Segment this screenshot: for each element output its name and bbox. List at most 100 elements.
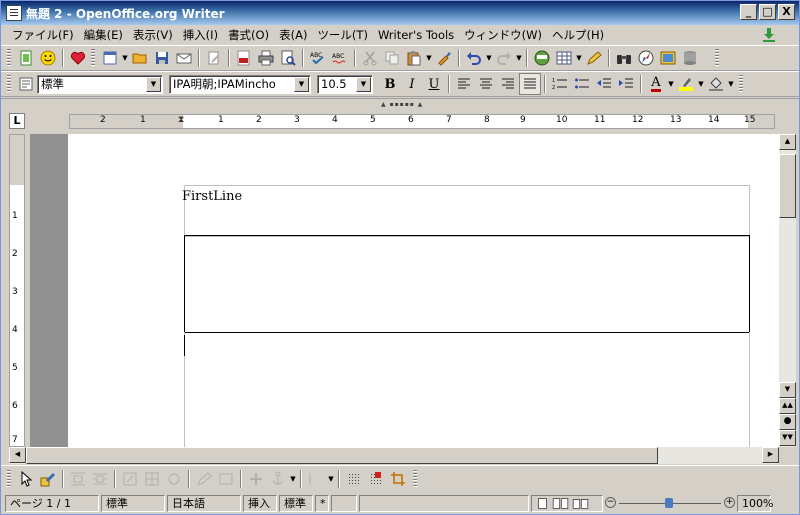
- menu-view[interactable]: 表示(V): [128, 26, 178, 44]
- zoom-out-icon[interactable]: −: [605, 496, 616, 508]
- document-modified-indicator[interactable]: *: [315, 494, 329, 512]
- collapse-arrows-icon[interactable]: ▲ ▪▪▪▪▪ ▲: [381, 101, 423, 108]
- save-button[interactable]: [151, 47, 173, 69]
- underline-button[interactable]: U: [423, 73, 445, 95]
- grid-button[interactable]: [343, 468, 365, 490]
- open-button[interactable]: [129, 47, 151, 69]
- data-sources-button[interactable]: [679, 47, 701, 69]
- clone-formatting-button[interactable]: [433, 47, 455, 69]
- horizontal-ruler[interactable]: 2 1 ⧗ 1 2 3 4 5 6 7 8 9 10 11 12 13 14 1…: [69, 114, 775, 129]
- vertical-ruler[interactable]: 1 2 3 4 5 6 7: [9, 134, 25, 447]
- italic-button[interactable]: I: [401, 73, 423, 95]
- zoom-in-icon[interactable]: +: [724, 496, 735, 508]
- menu-table[interactable]: 表(A): [274, 26, 312, 44]
- snap-to-grid-button[interactable]: [365, 468, 387, 490]
- close-button[interactable]: X: [778, 4, 795, 20]
- chevron-down-icon[interactable]: ▼: [121, 54, 129, 62]
- digital-signature-field[interactable]: [331, 494, 357, 512]
- writer-document-icon[interactable]: [6, 5, 22, 21]
- select-button[interactable]: [15, 468, 37, 490]
- navigator-compass-button[interactable]: [635, 47, 657, 69]
- next-page-button[interactable]: ▼▼: [779, 430, 796, 446]
- chevron-down-icon[interactable]: ▼: [289, 475, 297, 483]
- document-page[interactable]: FirstLine: [68, 134, 779, 447]
- multi-page-view-icon[interactable]: [552, 497, 569, 510]
- zoom-level[interactable]: 100%: [737, 494, 773, 512]
- find-replace-button[interactable]: [613, 47, 635, 69]
- undo-button[interactable]: [463, 47, 485, 69]
- scroll-left-button[interactable]: ◀: [9, 447, 26, 463]
- font-color-button[interactable]: A: [645, 73, 667, 95]
- bold-button[interactable]: B: [379, 73, 401, 95]
- toolbar-grip[interactable]: [7, 469, 11, 488]
- wrap-off-button[interactable]: [67, 468, 89, 490]
- ruler-indent-marker[interactable]: ⧗: [178, 115, 184, 125]
- frame-properties-button[interactable]: [119, 468, 141, 490]
- edit-contour-button[interactable]: [193, 468, 215, 490]
- single-page-view-icon[interactable]: [536, 497, 549, 510]
- cut-button[interactable]: [359, 47, 381, 69]
- navigator-button[interactable]: [531, 47, 553, 69]
- bullets-button[interactable]: [571, 73, 593, 95]
- email-button[interactable]: [173, 47, 195, 69]
- language-indicator[interactable]: 日本語: [167, 494, 241, 512]
- alignment-button[interactable]: [305, 468, 327, 490]
- crop-frame-button[interactable]: [387, 468, 409, 490]
- menu-writers-tools[interactable]: Writer's Tools: [373, 27, 459, 43]
- horizontal-scroll-thumb[interactable]: [26, 447, 658, 464]
- decrease-indent-button[interactable]: [593, 73, 615, 95]
- align-right-button[interactable]: [497, 73, 519, 95]
- chevron-down-icon[interactable]: ▼: [294, 76, 309, 92]
- menu-edit[interactable]: 編集(E): [79, 26, 128, 44]
- menu-insert[interactable]: 挿入(I): [178, 26, 223, 44]
- object-properties-button[interactable]: [215, 468, 237, 490]
- paragraph-text[interactable]: FirstLine: [182, 189, 242, 204]
- print-preview-button[interactable]: [277, 47, 299, 69]
- menu-tools[interactable]: ツール(T): [312, 26, 373, 44]
- smiley-button[interactable]: [37, 47, 59, 69]
- chevron-down-icon[interactable]: ▼: [356, 76, 371, 92]
- zoom-slider[interactable]: − +: [605, 495, 735, 512]
- menu-format[interactable]: 書式(O): [223, 26, 274, 44]
- redo-button[interactable]: [493, 47, 515, 69]
- copy-button[interactable]: [381, 47, 403, 69]
- chevron-down-icon[interactable]: ▼: [485, 54, 493, 62]
- navigation-button[interactable]: ●: [779, 414, 796, 430]
- menu-help[interactable]: ヘルプ(H): [547, 26, 609, 44]
- maximize-button[interactable]: □: [759, 4, 776, 20]
- toolbar-grip[interactable]: [91, 49, 95, 67]
- heart-button[interactable]: [67, 47, 89, 69]
- tab-stop-selector[interactable]: L: [9, 113, 25, 129]
- show-draw-functions-button[interactable]: [583, 47, 605, 69]
- export-pdf-button[interactable]: [233, 47, 255, 69]
- menu-window[interactable]: ウィンドウ(W): [459, 26, 547, 44]
- chevron-down-icon[interactable]: ▼: [727, 80, 735, 88]
- minimize-button[interactable]: _: [740, 4, 757, 20]
- toolbar-grip[interactable]: [413, 469, 417, 488]
- download-update-icon[interactable]: [761, 27, 777, 43]
- auto-spellcheck-button[interactable]: ABC: [329, 47, 351, 69]
- book-view-icon[interactable]: [572, 497, 589, 510]
- gallery-button[interactable]: [657, 47, 679, 69]
- frame-box[interactable]: [184, 235, 750, 333]
- paste-button[interactable]: [403, 47, 425, 69]
- anchor-button[interactable]: [267, 468, 289, 490]
- vertical-scroll-thumb[interactable]: [779, 154, 796, 218]
- borders-button[interactable]: [141, 468, 163, 490]
- edit-file-button[interactable]: [203, 47, 225, 69]
- zoom-slider-knob[interactable]: [665, 497, 673, 508]
- scroll-up-button[interactable]: ▲: [779, 134, 796, 150]
- styles-formatting-button[interactable]: [15, 73, 37, 95]
- chevron-down-icon[interactable]: ▼: [146, 76, 161, 92]
- print-button[interactable]: [255, 47, 277, 69]
- toolbar-splitter[interactable]: ▲ ▪▪▪▪▪ ▲: [1, 98, 799, 109]
- selection-mode-indicator[interactable]: 標準: [279, 494, 313, 512]
- toolbar-grip[interactable]: [739, 75, 743, 93]
- title-bar[interactable]: 無題 2 - OpenOffice.org Writer _ □ X: [1, 1, 799, 25]
- new-document-button[interactable]: [15, 47, 37, 69]
- bring-to-front-button[interactable]: [245, 468, 267, 490]
- paragraph-style-select[interactable]: 標準 ▼: [37, 74, 163, 94]
- vertical-scrollbar[interactable]: ▲ ▼ ▲▲ ● ▼▼: [779, 134, 796, 447]
- increase-indent-button[interactable]: [615, 73, 637, 95]
- highlighting-button[interactable]: [675, 73, 697, 95]
